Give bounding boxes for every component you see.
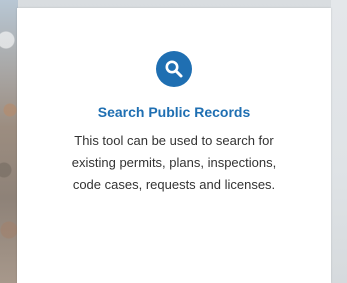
description-line-3: code cases, requests and licenses. [72, 177, 276, 192]
description-line-2: existing permits, plans, inspections, [71, 155, 277, 170]
card-title[interactable]: Search Public Records [17, 104, 331, 120]
search-icon[interactable] [156, 51, 192, 87]
card-description: This tool can be used to search for exis… [37, 130, 311, 196]
search-public-records-card[interactable]: Search Public Records This tool can be u… [17, 8, 331, 283]
background-right [331, 0, 347, 283]
description-line-1: This tool can be used to search for [74, 133, 274, 148]
background-photo-left [0, 0, 18, 283]
